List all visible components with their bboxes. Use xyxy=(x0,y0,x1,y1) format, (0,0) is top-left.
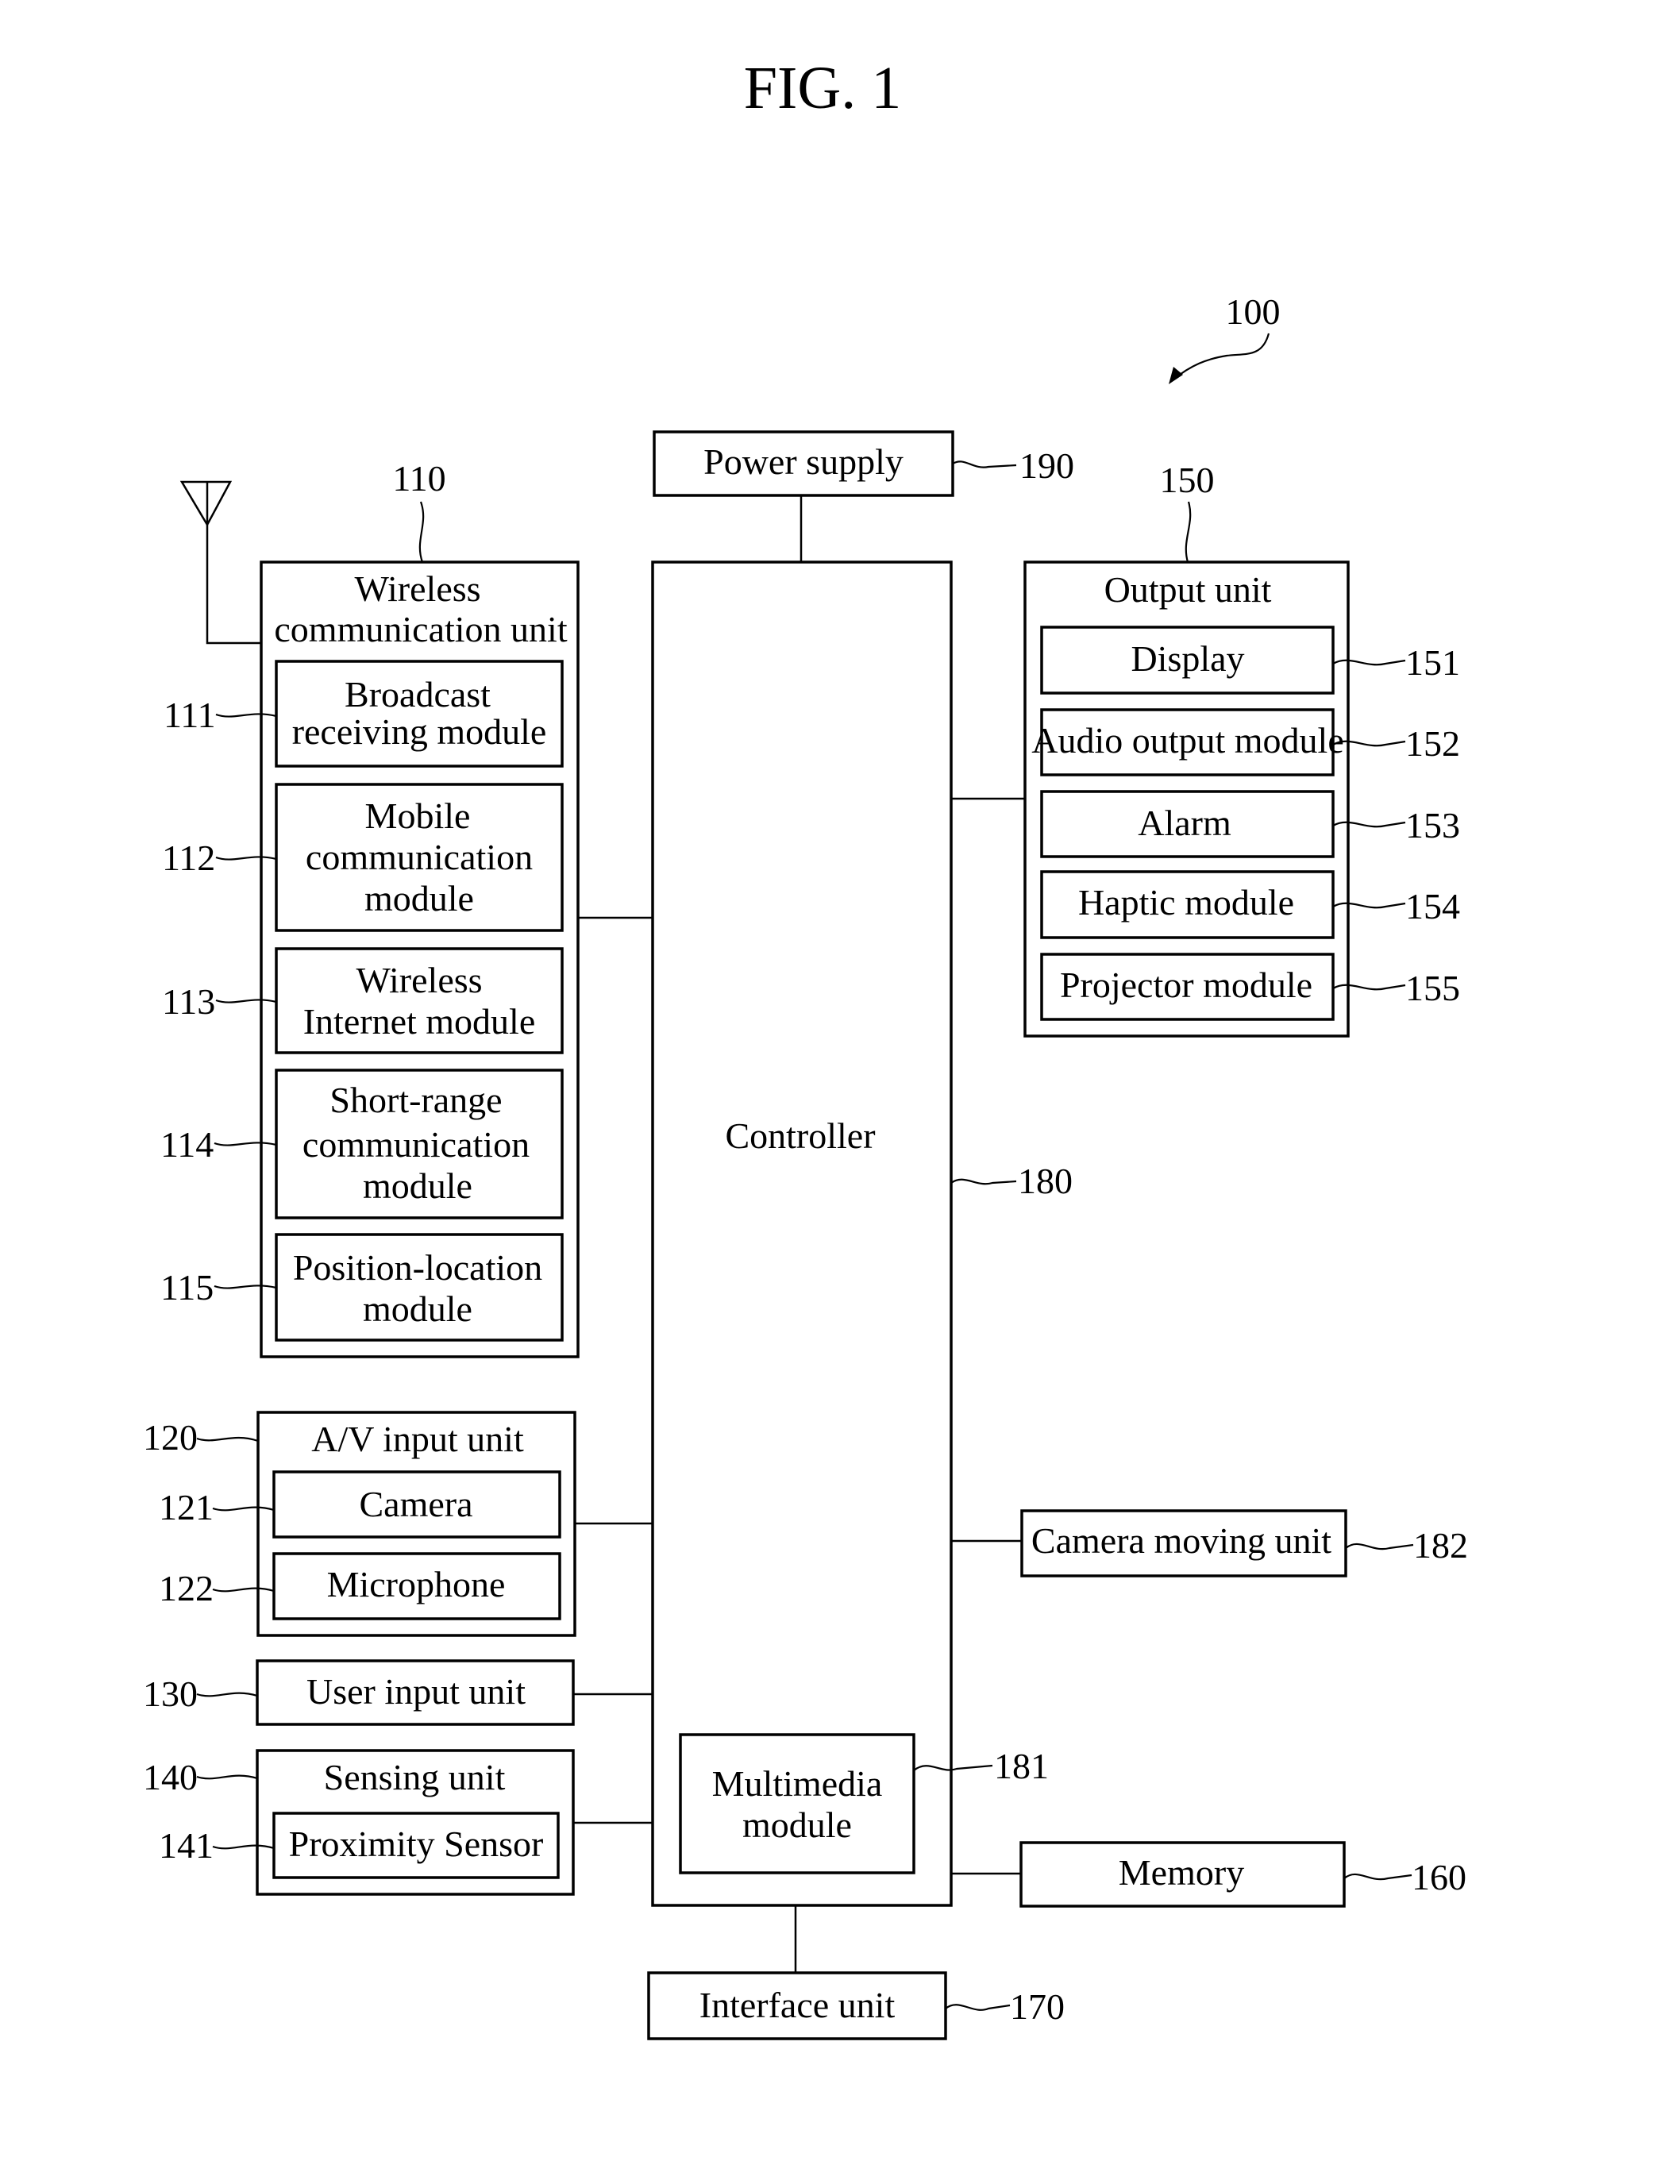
sensing-unit-label: Sensing unit xyxy=(324,1757,506,1797)
wireless-internet-line-1: Wireless xyxy=(356,960,482,1000)
ref-154: 154 xyxy=(1405,886,1460,926)
arrow-head-icon xyxy=(1169,367,1183,384)
lead-130 xyxy=(196,1692,258,1697)
ref-113: 113 xyxy=(162,981,215,1022)
lead-180 xyxy=(950,1178,1017,1185)
ref-111: 111 xyxy=(164,695,216,735)
controller-block: Controller xyxy=(651,560,953,1907)
camera-moving-unit-label: Camera moving unit xyxy=(1031,1520,1331,1561)
ref-121: 121 xyxy=(159,1487,214,1527)
ref-114: 114 xyxy=(160,1124,214,1165)
lead-120 xyxy=(196,1436,259,1443)
ref-153: 153 xyxy=(1405,805,1460,845)
ref-100: 100 xyxy=(1226,291,1281,332)
mobile-comm-line-1: Mobile xyxy=(365,795,471,836)
short-range-line-3: module xyxy=(363,1165,472,1206)
multimedia-line-1: Multimedia xyxy=(712,1763,883,1804)
position-location-line-1: Position-location xyxy=(293,1247,542,1288)
wireless-unit-line-1: Wireless xyxy=(354,568,480,609)
ref-151: 151 xyxy=(1405,642,1460,683)
alarm-label: Alarm xyxy=(1138,803,1231,843)
short-range-line-1: Short-range xyxy=(329,1080,502,1120)
proximity-sensor-label: Proximity Sensor xyxy=(289,1824,544,1864)
output-unit-label: Output unit xyxy=(1104,569,1272,610)
ref-120: 120 xyxy=(143,1417,198,1458)
ref-182: 182 xyxy=(1413,1525,1468,1566)
mobile-comm-line-2: communication xyxy=(306,837,533,877)
ref-152: 152 xyxy=(1405,723,1460,764)
broadcast-line-2: receiving module xyxy=(292,711,547,752)
ref-180: 180 xyxy=(1018,1161,1073,1201)
av-input-unit-block: A/V input unit Camera Microphone xyxy=(256,1411,576,1637)
broadcast-line-1: Broadcast xyxy=(345,674,491,715)
user-input-unit-block: User input unit xyxy=(256,1659,575,1726)
camera-moving-unit-block: Camera moving unit xyxy=(1020,1509,1347,1577)
microphone-label: Microphone xyxy=(327,1564,506,1604)
ref-122: 122 xyxy=(159,1568,214,1608)
wireless-unit-line-2: communication unit xyxy=(274,609,567,649)
display-label: Display xyxy=(1131,638,1244,679)
memory-block: Memory xyxy=(1019,1841,1346,1908)
ref-130: 130 xyxy=(143,1674,198,1714)
lead-110 xyxy=(418,501,425,563)
lead-170 xyxy=(945,2004,1011,2011)
position-location-line-2: module xyxy=(363,1288,472,1329)
ref-170: 170 xyxy=(1010,1986,1065,2027)
lead-150 xyxy=(1185,501,1192,563)
lead-182 xyxy=(1345,1543,1414,1550)
projector-label: Projector module xyxy=(1060,965,1312,1005)
output-unit-block: Output unit Display Audio output module … xyxy=(1023,560,1350,1038)
camera-label: Camera xyxy=(359,1484,472,1524)
ref-112: 112 xyxy=(162,838,215,878)
lead-160 xyxy=(1343,1873,1412,1881)
wireless-communication-unit-block: Wireless communication unit Broadcast re… xyxy=(260,560,580,1358)
lead-140 xyxy=(196,1774,258,1780)
interface-unit-block: Interface unit xyxy=(647,1971,947,2040)
ref-190: 190 xyxy=(1019,445,1074,486)
sensing-unit-block: Sensing unit Proximity Sensor xyxy=(256,1749,575,1896)
ref-160: 160 xyxy=(1412,1857,1466,1897)
device-arrow-lead xyxy=(1173,333,1270,380)
figure-title: FIG. 1 xyxy=(744,55,901,121)
ref-115: 115 xyxy=(160,1267,214,1308)
controller-label: Controller xyxy=(725,1115,875,1156)
haptic-label: Haptic module xyxy=(1078,882,1294,923)
ref-181: 181 xyxy=(994,1746,1049,1786)
lead-190 xyxy=(952,460,1017,468)
ref-110: 110 xyxy=(392,458,445,499)
audio-output-label: Audio output module xyxy=(1031,720,1344,761)
block-diagram: FIG. 1 100 Power supply 190 Controller 1… xyxy=(143,55,1468,2040)
power-supply-block: Power supply xyxy=(653,430,954,497)
ref-150: 150 xyxy=(1160,460,1215,500)
short-range-line-2: communication xyxy=(302,1124,530,1165)
user-input-unit-label: User input unit xyxy=(306,1671,526,1712)
memory-label: Memory xyxy=(1119,1852,1244,1893)
wireless-internet-line-2: Internet module xyxy=(303,1001,536,1042)
antenna-icon xyxy=(179,480,261,645)
multimedia-line-2: module xyxy=(742,1805,852,1845)
power-supply-label: Power supply xyxy=(703,441,904,482)
multimedia-module-block: Multimedia module xyxy=(679,1733,915,1874)
av-input-unit-label: A/V input unit xyxy=(311,1419,524,1459)
ref-140: 140 xyxy=(143,1757,198,1797)
mobile-comm-line-3: module xyxy=(364,878,474,919)
ref-155: 155 xyxy=(1405,968,1460,1008)
interface-unit-label: Interface unit xyxy=(699,1985,896,2025)
ref-141: 141 xyxy=(159,1825,214,1866)
